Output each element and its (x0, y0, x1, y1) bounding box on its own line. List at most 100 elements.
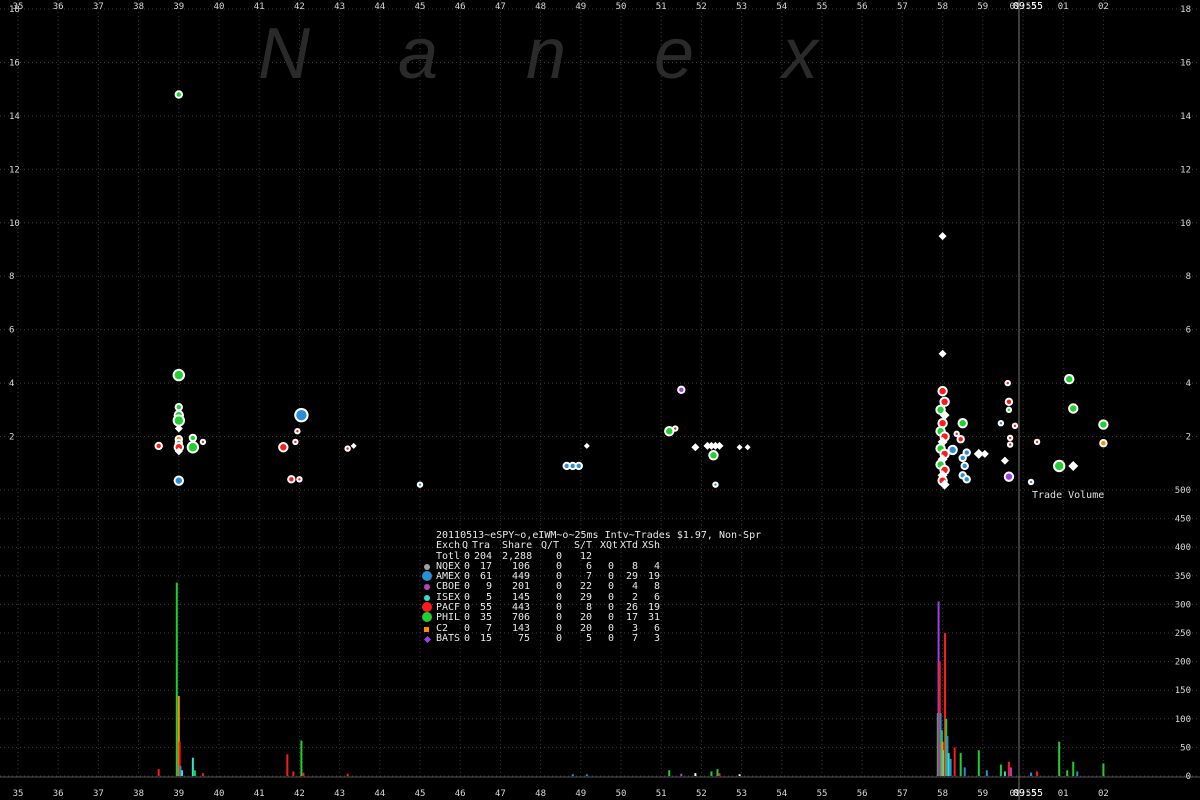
price-point (294, 440, 297, 444)
price-point (176, 404, 181, 410)
x-tick-label-bottom: 35 (13, 789, 24, 799)
volume-tick-label: 100 (1175, 715, 1191, 725)
price-point (564, 463, 569, 469)
price-point (1100, 421, 1107, 428)
price-point (1008, 443, 1012, 446)
volume-bar (1030, 772, 1033, 776)
x-tick-label-top: 42 (294, 2, 305, 12)
volume-tick-label: 250 (1175, 629, 1191, 639)
legend-row: ISEX 0 5 145 0 29 0 2 6 (424, 592, 761, 603)
volume-tick-label: 350 (1175, 572, 1191, 582)
legend-marker-icon (424, 563, 430, 570)
volume-bar (716, 769, 719, 776)
price-point (289, 477, 294, 482)
x-tick-label-bottom: 38 (133, 789, 144, 799)
volume-bar (1003, 771, 1006, 776)
volume-bar (1009, 767, 1012, 776)
volume-bar (1007, 761, 1010, 776)
x-tick-label-bottom: 45 (415, 789, 426, 799)
x-tick-label-bottom: 58 (937, 789, 948, 799)
volume-bar (1076, 771, 1079, 776)
x-tick-label-top: 58 (937, 2, 948, 12)
price-tick-label-right: 6 (1186, 326, 1191, 336)
price-point (156, 443, 161, 449)
price-point (296, 430, 299, 433)
price-point (190, 435, 196, 441)
volume-bar (985, 770, 988, 776)
trade-chart: N a n e x 353536363737383839394040414142… (0, 0, 1200, 800)
volume-label: Trade Volume (1032, 490, 1104, 501)
legend-row: NQEX 0 17 106 0 6 0 8 4 (424, 561, 761, 572)
price-point (959, 419, 966, 427)
legend-marker-icon (424, 594, 430, 601)
price-point (962, 463, 967, 469)
legend-header-cell: XTd (620, 540, 639, 552)
x-tick-label-bottom: 37 (93, 789, 104, 799)
volume-bar (680, 773, 683, 776)
price-tick-label-left: 2 (9, 433, 14, 443)
price-tick-label-right: 16 (1180, 58, 1191, 68)
legend-marker-icon (422, 612, 432, 623)
legend-cell: 0 (463, 632, 470, 644)
x-tick-label-top: 37 (93, 2, 104, 12)
price-tick-label-left: 10 (9, 219, 20, 229)
price-point (1006, 381, 1009, 385)
legend-row: C2 0 7 143 0 20 0 3 6 (424, 623, 761, 634)
x-tick-label-bottom: 54 (776, 789, 787, 799)
volume-tick-label: 450 (1175, 515, 1191, 525)
x-tick-label-top: 38 (133, 2, 144, 12)
x-tick-label-bottom: 47 (495, 789, 506, 799)
price-tick-label-right: 12 (1180, 165, 1191, 175)
x-tick-label-top: 52 (696, 2, 707, 12)
legend-header-cell: XQt (600, 540, 619, 552)
volume-tick-label: 400 (1175, 543, 1191, 553)
legend-cell: 15 (479, 632, 492, 644)
x-tick-label-top: 55 (817, 2, 828, 12)
legend-row: BATS 0 15 75 0 5 0 7 3 (423, 632, 761, 644)
volume-tick-label: 0 (1186, 772, 1191, 782)
price-point (1013, 424, 1017, 428)
price-point (964, 477, 969, 482)
volume-bar (193, 770, 196, 776)
volume-bar (1072, 761, 1075, 776)
price-point (570, 463, 575, 469)
volume-bar (292, 771, 295, 776)
x-tick-label-top: 44 (374, 2, 385, 12)
price-point (949, 446, 956, 454)
x-tick-label-top: 02 (1098, 2, 1109, 12)
legend-marker-icon (422, 602, 432, 613)
volume-bar (694, 773, 697, 776)
price-point (1070, 405, 1077, 412)
volume-bar (1058, 741, 1061, 776)
price-point (174, 416, 183, 425)
legend-row: PHIL 0 35 706 0 20 0 17 31 (422, 612, 761, 623)
x-tick-label-bottom: 52 (696, 789, 707, 799)
price-point (1007, 408, 1011, 412)
price-point (1035, 440, 1039, 444)
price-point (955, 432, 958, 436)
legend-cell: BATS (436, 632, 461, 644)
price-tick-label-left: 6 (9, 326, 14, 336)
x-tick-label-top: 53 (736, 2, 747, 12)
price-point (296, 409, 307, 421)
volume-bar (999, 764, 1002, 776)
legend-cell: 0 (607, 632, 614, 644)
x-tick-label-top: 43 (334, 2, 345, 12)
volume-bar (977, 750, 980, 776)
legend-row: AMEX 0 61 449 0 7 0 29 19 (422, 571, 761, 582)
price-point (666, 428, 673, 435)
price-point (1008, 436, 1012, 440)
price-point (958, 437, 963, 442)
price-tick-label-right: 10 (1180, 219, 1191, 229)
x-tick-label-top: 46 (455, 2, 466, 12)
x-tick-label-bottom: 36 (53, 789, 64, 799)
price-point (176, 92, 181, 97)
legend-cell: 75 (517, 632, 530, 644)
x-tick-label-top: 49 (575, 2, 586, 12)
x-tick-label-bottom: 42 (294, 789, 305, 799)
volume-bar (300, 740, 303, 776)
price-tick-label-right: 2 (1186, 433, 1191, 443)
x-tick-label-top: 51 (656, 2, 667, 12)
volume-tick-label: 50 (1180, 743, 1191, 753)
volume-bar (668, 770, 671, 776)
